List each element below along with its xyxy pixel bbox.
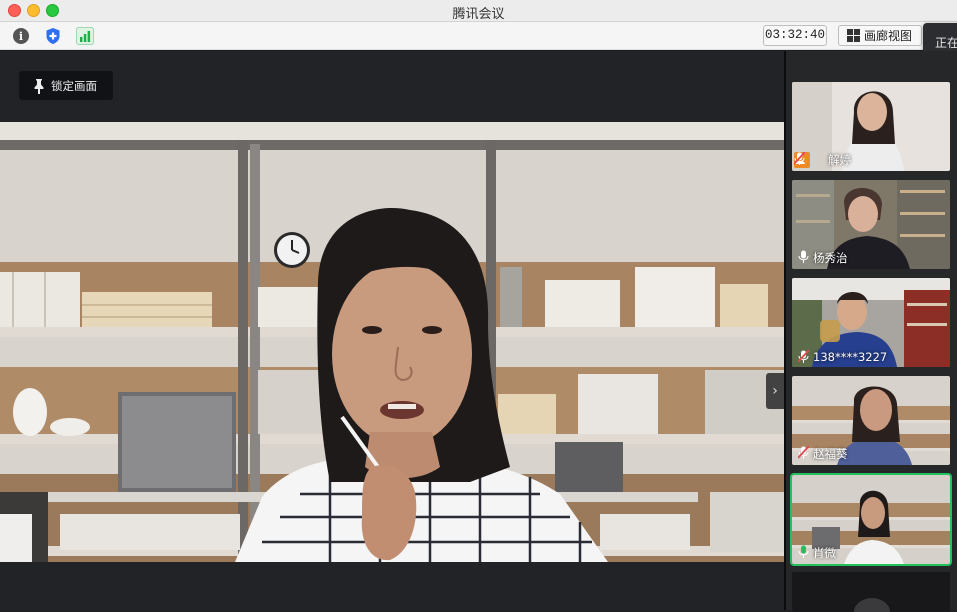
lock-screen-button[interactable]: 锁定画面	[19, 71, 113, 100]
participant-name: 138****3227	[813, 350, 888, 364]
shield-icon[interactable]	[43, 26, 63, 46]
gallery-view-button[interactable]: 画廊视图	[838, 25, 922, 46]
participant-name: 杨秀治	[813, 251, 848, 265]
mic-icon	[798, 250, 810, 265]
participant-tile[interactable]: 解婷	[792, 82, 950, 171]
participant-name-tag: 解婷	[794, 152, 851, 168]
participant-name-tag: 赵福葵	[798, 446, 848, 462]
title-bar: 腾讯会议	[0, 0, 957, 22]
mic-muted-icon	[794, 152, 825, 167]
participant-name: 赵福葵	[813, 447, 848, 461]
meeting-timer: 03:32:40	[763, 25, 827, 46]
participant-name-tag: 肖微	[798, 545, 836, 561]
mic-muted-icon	[798, 350, 810, 364]
participant-name: 解婷	[828, 153, 851, 167]
lock-screen-label: 锁定画面	[51, 78, 97, 93]
main-speaker-video[interactable]	[0, 122, 784, 562]
participant-tile[interactable]: 赵福葵	[792, 376, 950, 465]
pin-icon	[34, 78, 44, 94]
mic-muted-icon	[798, 446, 810, 461]
participant-tile[interactable]	[792, 572, 950, 612]
main-video-area: 锁定画面 ›	[0, 51, 784, 610]
next-page-arrow[interactable]: ›	[766, 373, 784, 409]
participant-tile[interactable]: 138****3227	[792, 278, 950, 367]
grid-icon	[847, 29, 860, 42]
top-toolbar: i 03:32:40 画廊视图	[0, 22, 957, 50]
participant-name-tag: 杨秀治	[798, 250, 848, 266]
participant-tile[interactable]: 杨秀治	[792, 180, 950, 269]
participant-name-tag: 138****3227	[798, 350, 887, 364]
gallery-view-label: 画廊视图	[864, 29, 913, 43]
mic-speaking-icon	[798, 545, 810, 560]
signal-icon[interactable]	[75, 26, 95, 46]
participant-sidebar: 解婷 杨秀治 138****3227 赵福葵 肖微	[786, 51, 957, 612]
window-title: 腾讯会议	[452, 7, 505, 22]
info-icon[interactable]: i	[11, 26, 31, 46]
participant-tile[interactable]: 肖微	[790, 473, 952, 566]
participant-name: 肖微	[813, 546, 836, 560]
